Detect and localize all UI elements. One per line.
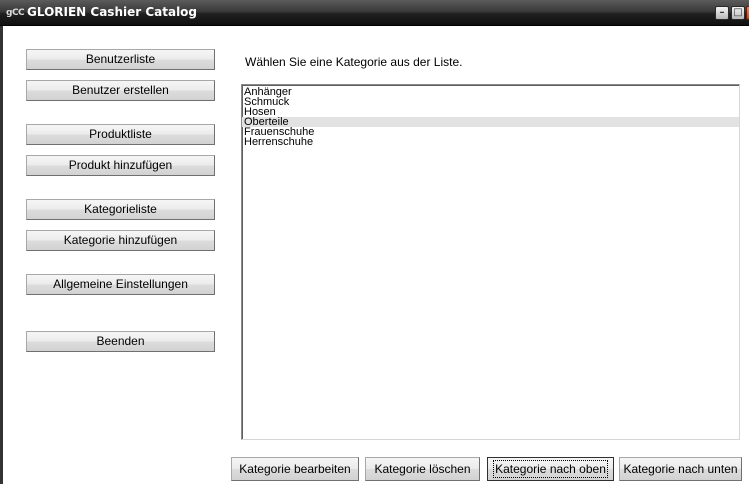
edit-category-button[interactable]: Kategorie bearbeiten xyxy=(231,457,359,481)
window-title: GLORIEN Cashier Catalog xyxy=(27,5,198,19)
add-category-button[interactable]: Kategorie hinzufügen xyxy=(26,230,215,251)
maximize-icon[interactable]: □ xyxy=(731,6,745,20)
user-list-button[interactable]: Benutzerliste xyxy=(26,49,215,70)
edit-category-label: Kategorie bearbeiten xyxy=(239,462,351,476)
list-item[interactable]: Herrenschuhe xyxy=(242,137,739,148)
list-item[interactable]: Oberteile xyxy=(242,117,739,128)
title-bar[interactable]: gCC GLORIEN Cashier Catalog – □ ✕ xyxy=(0,0,749,26)
move-category-up-label: Kategorie nach oben xyxy=(493,460,608,478)
window-border xyxy=(0,26,3,484)
exit-button[interactable]: Beenden xyxy=(26,331,215,352)
general-settings-button[interactable]: Allgemeine Einstellungen xyxy=(26,274,215,295)
app-logo-icon: gCC xyxy=(6,8,25,18)
category-listbox[interactable]: Anhänger Schmuck Hosen Oberteile Frauens… xyxy=(241,84,740,440)
delete-category-label: Kategorie löschen xyxy=(374,462,471,476)
create-user-button[interactable]: Benutzer erstellen xyxy=(26,80,215,101)
move-category-down-label: Kategorie nach unten xyxy=(623,462,738,476)
instruction-text: Wählen Sie eine Kategorie aus der Liste. xyxy=(245,55,463,69)
category-list-button[interactable]: Kategorieliste xyxy=(26,199,215,220)
minimize-icon[interactable]: – xyxy=(715,6,729,20)
move-category-up-button[interactable]: Kategorie nach oben xyxy=(487,457,614,481)
list-item[interactable]: Schmuck xyxy=(242,97,739,108)
delete-category-button[interactable]: Kategorie löschen xyxy=(365,457,480,481)
list-item[interactable]: Anhänger xyxy=(242,87,739,98)
move-category-down-button[interactable]: Kategorie nach unten xyxy=(619,457,742,481)
add-product-button[interactable]: Produkt hinzufügen xyxy=(26,155,215,176)
list-item[interactable]: Hosen xyxy=(242,107,739,118)
app-window: gCC GLORIEN Cashier Catalog – □ ✕ Benutz… xyxy=(0,0,749,484)
product-list-button[interactable]: Produktliste xyxy=(26,124,215,145)
list-item[interactable]: Frauenschuhe xyxy=(242,127,739,138)
